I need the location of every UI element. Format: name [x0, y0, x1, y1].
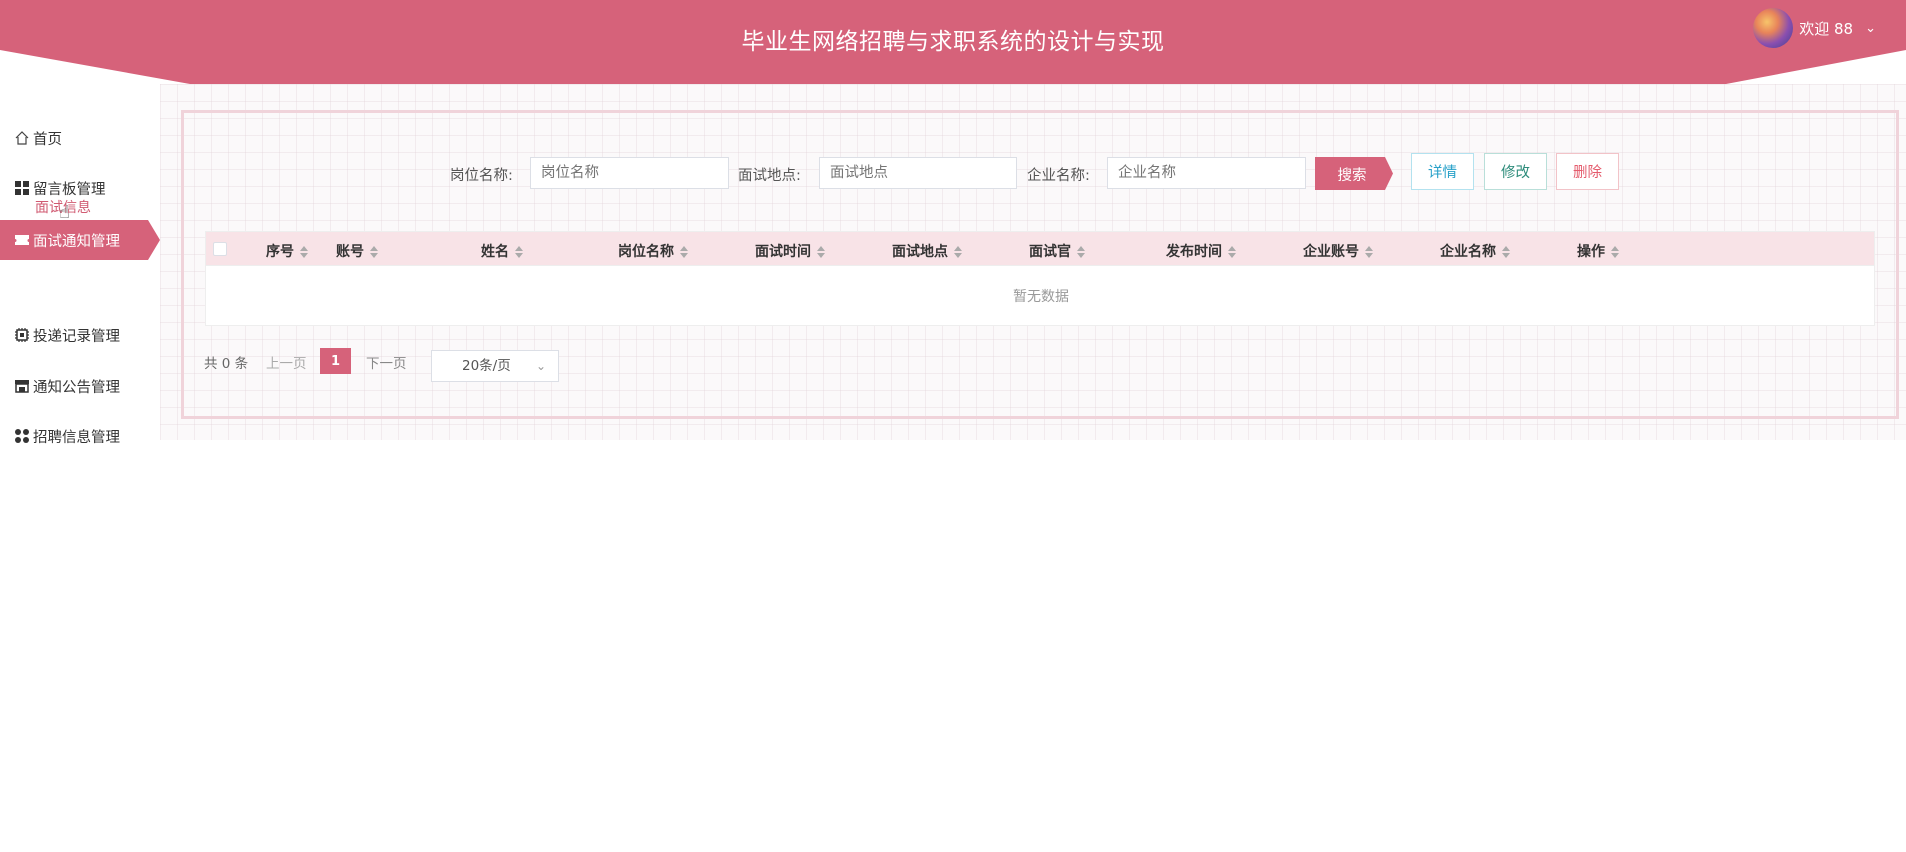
search-button-label: 搜索 — [1337, 168, 1367, 184]
page-number-current[interactable]: 1 — [320, 348, 351, 374]
sort-icon[interactable] — [680, 246, 688, 258]
sidebar-item-label: 首页 — [33, 131, 62, 148]
sidebar-item-label: 招聘信息管理 — [33, 429, 120, 446]
sidebar-item-label: 留言板管理 — [33, 181, 106, 198]
page-title: 毕业生网络招聘与求职系统的设计与实现 — [741, 29, 1165, 55]
select-all-checkbox[interactable] — [213, 242, 227, 256]
total-count: 共 0 条 — [204, 356, 249, 372]
chevron-down-icon[interactable]: ⌄ — [1865, 21, 1876, 36]
column-header[interactable]: 姓名 — [481, 241, 523, 261]
sidebar-item-label: 面试通知管理 — [33, 233, 120, 250]
sort-icon[interactable] — [300, 246, 308, 258]
sort-icon[interactable] — [1228, 246, 1236, 258]
next-page-button[interactable]: 下一页 — [366, 352, 407, 372]
chevron-down-icon: ⌄ — [535, 359, 546, 373]
sidebar-item-label: 通知公告管理 — [33, 379, 120, 396]
interview-place-label: 面试地点: — [738, 168, 801, 184]
job-name-input[interactable] — [530, 157, 729, 189]
hand-cursor-icon: ☝ — [59, 202, 70, 223]
delete-button[interactable]: 删除 — [1556, 153, 1619, 190]
apps-icon — [13, 427, 31, 445]
user-menu[interactable]: 欢迎 88 ⌄ — [1753, 8, 1876, 48]
sidebar-item-delivery-records[interactable]: 投递记录管理 — [0, 315, 160, 355]
interview-place-input[interactable] — [819, 157, 1017, 189]
company-name-label: 企业名称: — [1027, 168, 1090, 184]
column-header[interactable]: 面试地点 — [892, 241, 962, 261]
table-header: 序号 账号 姓名 岗位名称 面试时间 面试地点 面试官 发布时间 企业账号 企业… — [205, 231, 1875, 266]
column-header[interactable]: 企业名称 — [1440, 241, 1510, 261]
prev-page-button[interactable]: 上一页 — [266, 352, 307, 372]
company-name-input[interactable] — [1107, 157, 1306, 189]
detail-button[interactable]: 详情 — [1411, 153, 1474, 190]
column-header[interactable]: 面试时间 — [755, 241, 825, 261]
edit-button[interactable]: 修改 — [1484, 153, 1547, 190]
welcome-text: 欢迎 88 — [1799, 19, 1854, 38]
sort-icon[interactable] — [954, 246, 962, 258]
sidebar-item-interview-notice[interactable]: 面试通知管理 — [0, 220, 160, 260]
column-header[interactable]: 发布时间 — [1166, 241, 1236, 261]
sort-icon[interactable] — [1077, 246, 1085, 258]
page-size-value: 20条/页 — [462, 358, 511, 374]
home-icon — [13, 129, 31, 147]
sidebar-item-home[interactable]: 首页 — [0, 118, 160, 158]
chip-icon — [13, 326, 31, 344]
column-header[interactable]: 面试官 — [1029, 241, 1085, 261]
table-body: 暂无数据 — [205, 266, 1875, 326]
page-size-select[interactable]: 20条/页 ⌄ — [431, 350, 559, 382]
grid-icon — [13, 179, 31, 197]
empty-state-text: 暂无数据 — [1013, 289, 1069, 305]
column-header[interactable]: 企业账号 — [1303, 241, 1373, 261]
sidebar-item-recruitment[interactable]: 招聘信息管理 — [0, 416, 160, 456]
column-header[interactable]: 操作 — [1577, 241, 1619, 261]
job-name-label: 岗位名称: — [450, 168, 513, 184]
ticket-icon — [13, 231, 31, 249]
top-header: 毕业生网络招聘与求职系统的设计与实现 欢迎 88 ⌄ — [0, 0, 1906, 84]
sort-icon[interactable] — [1502, 246, 1510, 258]
avatar[interactable] — [1753, 8, 1794, 48]
column-header[interactable]: 岗位名称 — [618, 241, 688, 261]
sidebar: 首页 留言板管理 面试通知管理 投递记录管理 通知公告管理 招聘信息管理 — [0, 84, 160, 446]
column-header[interactable]: 序号 — [266, 241, 308, 261]
sidebar-item-announcements[interactable]: 通知公告管理 — [0, 366, 160, 406]
column-header[interactable]: 账号 — [336, 241, 378, 261]
sort-icon[interactable] — [370, 246, 378, 258]
sort-icon[interactable] — [1611, 246, 1619, 258]
sort-icon[interactable] — [515, 246, 523, 258]
sidebar-item-label: 投递记录管理 — [33, 328, 120, 345]
sort-icon[interactable] — [1365, 246, 1373, 258]
sort-icon[interactable] — [817, 246, 825, 258]
search-button[interactable]: 搜索 — [1315, 157, 1393, 190]
store-icon — [13, 377, 31, 395]
